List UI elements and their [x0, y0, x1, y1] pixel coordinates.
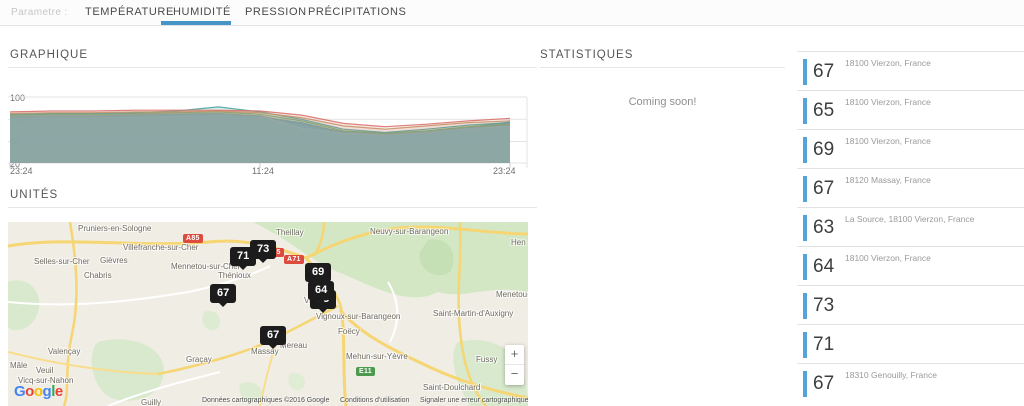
map-place-label: Vignoux-sur-Barangeon [316, 312, 400, 321]
reading-accent-bar [803, 59, 807, 85]
reading-accent-bar [803, 215, 807, 241]
humidity-chart: 10073462023:2411:2423:24 [8, 90, 529, 185]
map-place-label: Hen [511, 238, 526, 247]
humidity-map-marker[interactable]: 69 [305, 263, 331, 282]
map-attribution-link[interactable]: Signaler une erreur cartographique [420, 397, 528, 404]
map-attribution-link[interactable]: Conditions d'utilisation [340, 397, 409, 404]
section-title-unites: UNITÉS [10, 189, 58, 201]
map-place-label: Chabris [84, 271, 112, 280]
units-divider [8, 207, 537, 208]
map-place-label: Saint-Martin-d'Auxigny [433, 309, 513, 318]
zoom-in-button[interactable]: + [505, 345, 524, 364]
reading-location: 18100 Vierzon, France [845, 136, 931, 146]
coming-soon-text: Coming soon! [540, 96, 785, 108]
active-tab-underline [161, 21, 231, 25]
tab-humidite[interactable]: HUMIDITÉ [173, 6, 231, 18]
map-place-label: Pruniers-en-Sologne [78, 224, 151, 233]
graph-divider [8, 67, 537, 68]
reading-accent-bar [803, 254, 807, 280]
section-title-statistiques: STATISTIQUES [540, 49, 633, 61]
map-place-label: Veuil [36, 366, 53, 375]
reading-value: 67 [813, 61, 834, 83]
zoom-out-button[interactable]: − [505, 364, 524, 385]
section-title-graphique: GRAPHIQUE [10, 49, 88, 61]
map-place-label: Fussy [476, 355, 497, 364]
list-item[interactable]: 71 [797, 324, 1024, 363]
reading-location: 18100 Vierzon, France [845, 58, 931, 68]
map-place-label: Valençay [48, 347, 80, 356]
reading-accent-bar [803, 137, 807, 163]
tab-pression[interactable]: PRESSION [245, 6, 307, 18]
humidity-map-marker[interactable]: 67 [210, 284, 236, 303]
list-item[interactable]: 67 18310 Genouilly, France [797, 363, 1024, 402]
readings-list: 67 18100 Vierzon, France 65 18100 Vierzon, … [797, 51, 1024, 406]
list-item[interactable]: 67 18120 Massay, France [797, 168, 1024, 207]
map-place-label: Thénioux [218, 271, 251, 280]
reading-value: 67 [813, 373, 834, 395]
map-attribution-text: Données cartographiques ©2016 Google [202, 397, 329, 404]
parameter-label: Parametre : [11, 7, 68, 18]
list-item[interactable]: 73 [797, 285, 1024, 324]
map-place-label: Guilly [141, 398, 161, 406]
map-place-label: Gièvres [100, 256, 128, 265]
map-place-label: Graçay [186, 355, 212, 364]
reading-accent-bar [803, 293, 807, 319]
reading-value: 67 [813, 178, 834, 200]
map-place-label: Saint-Doulchard [423, 383, 480, 392]
map-place-label: Mâle [10, 361, 27, 370]
reading-accent-bar [803, 332, 807, 358]
map-zoom-control: + − [505, 345, 524, 385]
tab-precipitations[interactable]: PRÉCIPITATIONS [308, 6, 406, 18]
road-badge: A71 [284, 255, 304, 264]
list-item[interactable]: 67 18100 Vierzon, France [797, 51, 1024, 90]
reading-value: 65 [813, 100, 834, 122]
reading-value: 71 [813, 334, 834, 356]
reading-location: 18120 Massay, France [845, 175, 931, 185]
reading-location: La Source, 18100 Vierzon, France [845, 214, 974, 224]
humidity-map-marker[interactable]: 64 [308, 281, 334, 300]
map-place-label: Foëcy [338, 327, 360, 336]
x-axis-tick: 23:24 [493, 166, 516, 176]
reading-accent-bar [803, 98, 807, 124]
google-map[interactable]: Pruniers-en-Sologne Theillay Neuvy-sur-Bar… [8, 222, 528, 406]
reading-location: 18310 Genouilly, France [845, 370, 937, 380]
tab-bar: Parametre : TEMPÉRATURE HUMIDITÉ PRESSIO… [0, 0, 1024, 26]
map-place-label: Villefranche-sur-Cher [123, 243, 198, 252]
map-place-label: Neuvy-sur-Barangeon [370, 227, 448, 236]
humidity-map-marker[interactable]: 71 [230, 247, 256, 266]
road-badge: E11 [356, 367, 375, 376]
x-axis-tick: 23:24 [10, 166, 33, 176]
tab-temperature[interactable]: TEMPÉRATURE [85, 6, 174, 18]
humidity-map-marker[interactable]: 67 [260, 326, 286, 345]
list-item[interactable]: 65 18100 Vierzon, France [797, 90, 1024, 129]
list-item[interactable]: 64 18100 Vierzon, France [797, 246, 1024, 285]
map-place-label: Theillay [276, 228, 304, 237]
reading-value: 73 [813, 295, 834, 317]
chart-plot-area [8, 90, 529, 176]
reading-location: 18100 Vierzon, France [845, 253, 931, 263]
map-place-label: Selles-sur-Cher [34, 257, 90, 266]
reading-accent-bar [803, 176, 807, 202]
list-item[interactable]: 63 La Source, 18100 Vierzon, France [797, 207, 1024, 246]
map-place-label: Menetou-S [496, 290, 528, 299]
google-logo[interactable]: Google [14, 383, 63, 400]
x-axis-tick: 11:24 [252, 166, 274, 176]
reading-value: 63 [813, 217, 834, 239]
list-item[interactable]: 69 18100 Vierzon, France [797, 129, 1024, 168]
reading-value: 64 [813, 256, 834, 278]
reading-value: 69 [813, 139, 834, 161]
map-place-label: Mehun-sur-Yèvre [346, 352, 408, 361]
reading-location: 18100 Vierzon, France [845, 97, 931, 107]
reading-accent-bar [803, 371, 807, 397]
stats-divider [540, 67, 785, 68]
road-badge: A85 [183, 234, 203, 243]
